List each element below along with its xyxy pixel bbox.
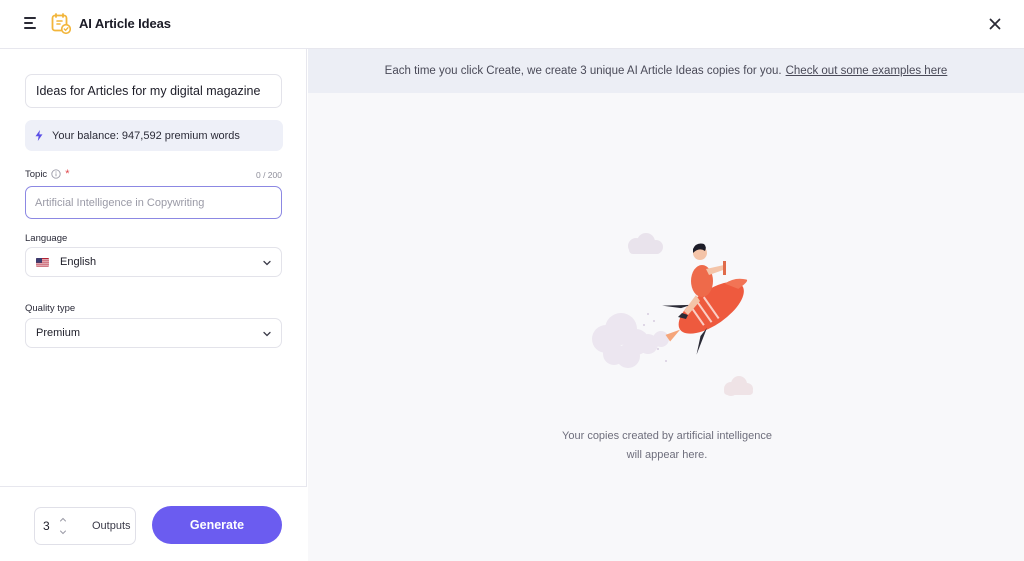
quality-type-select[interactable]: Premium bbox=[25, 318, 282, 348]
balance-text: Your balance: 947,592 premium words bbox=[52, 129, 240, 142]
us-flag-icon bbox=[36, 257, 49, 267]
empty-state-line-2: will appear here. bbox=[626, 449, 708, 461]
outputs-value[interactable]: 3 bbox=[43, 519, 50, 533]
balance-banner: Your balance: 947,592 premium words bbox=[25, 120, 283, 151]
topic-label-text: Topic bbox=[25, 168, 48, 180]
outputs-stepper[interactable]: 3 Outputs bbox=[34, 507, 136, 545]
hamburger-menu-icon[interactable] bbox=[24, 17, 38, 29]
chevron-down-icon bbox=[263, 260, 271, 266]
language-value: English bbox=[60, 256, 97, 268]
quality-type-label: Quality type bbox=[25, 303, 76, 314]
language-label: Language bbox=[25, 233, 68, 244]
topic-input[interactable] bbox=[25, 186, 282, 219]
chevron-down-icon bbox=[263, 331, 271, 337]
person-on-rocket-illustration bbox=[592, 233, 753, 396]
info-text: Each time you click Create, we create 3 … bbox=[384, 65, 782, 77]
action-bar: 3 Outputs Generate bbox=[0, 486, 307, 561]
app-header: AI Article Ideas bbox=[0, 0, 1024, 49]
topic-label: Topic * bbox=[25, 168, 69, 180]
results-panel: Each time you click Create, we create 3 … bbox=[308, 49, 1024, 561]
info-banner: Each time you click Create, we create 3 … bbox=[308, 49, 1024, 93]
examples-link[interactable]: Check out some examples here bbox=[786, 65, 948, 77]
close-icon[interactable] bbox=[986, 15, 1004, 33]
empty-state-line-1: Your copies created by artificial intell… bbox=[562, 430, 772, 442]
stepper-arrows-icon[interactable] bbox=[59, 515, 67, 537]
form-panel: Ideas for Articles for my digital magazi… bbox=[0, 49, 307, 561]
empty-state-message: Your copies created by artificial intell… bbox=[522, 427, 812, 465]
app-title: AI Article Ideas bbox=[79, 16, 171, 31]
language-select[interactable]: English bbox=[25, 247, 282, 277]
required-mark: * bbox=[65, 168, 70, 180]
topic-char-counter: 0 / 200 bbox=[256, 170, 282, 180]
lightning-icon bbox=[35, 130, 43, 141]
quality-type-value: Premium bbox=[36, 327, 81, 339]
outputs-label: Outputs bbox=[92, 520, 131, 532]
ai-article-logo-icon bbox=[51, 13, 71, 35]
project-title-field[interactable]: Ideas for Articles for my digital magazi… bbox=[25, 74, 282, 108]
generate-button[interactable]: Generate bbox=[152, 506, 282, 544]
info-icon[interactable] bbox=[51, 169, 61, 179]
